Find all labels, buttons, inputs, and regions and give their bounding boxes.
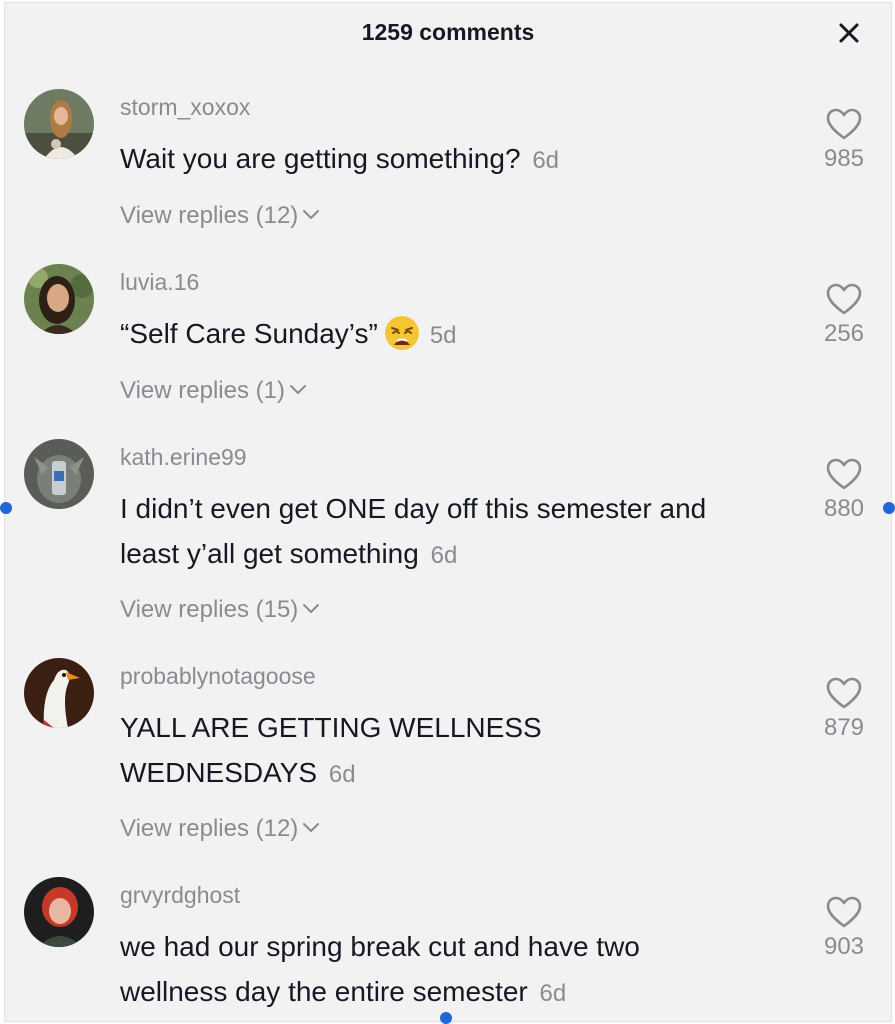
view-replies-button[interactable]: View replies (12) — [120, 202, 320, 230]
comment-time: 6d — [539, 980, 567, 1007]
comments-panel: 1259 comments storm_xoxox Wait you are g… — [4, 2, 892, 1022]
avatar[interactable] — [24, 439, 94, 509]
heart-icon[interactable] — [825, 107, 863, 141]
heart-icon[interactable] — [825, 676, 863, 710]
comment-username[interactable]: luvia.16 — [120, 269, 199, 296]
like-count: 880 — [823, 495, 865, 522]
like-count: 903 — [823, 933, 865, 960]
weary-face-emoji-icon — [384, 315, 419, 350]
close-button[interactable] — [837, 21, 861, 45]
heart-icon[interactable] — [825, 282, 863, 316]
view-replies-label: View replies (12) — [120, 202, 299, 229]
comment-count-title: 1259 comments — [361, 19, 535, 45]
comment-body: Wait you are getting something? — [120, 143, 521, 174]
chevron-down-icon — [303, 210, 320, 220]
selection-handle-bottom[interactable] — [440, 1012, 452, 1024]
view-replies-button[interactable]: View replies (12) — [120, 815, 320, 843]
comment-time: 6d — [328, 761, 356, 788]
chevron-down-icon — [303, 604, 320, 614]
comment-username[interactable]: probablynotagoose — [120, 663, 316, 690]
like-group: 903 — [817, 895, 871, 961]
comment-time: 6d — [532, 147, 560, 174]
view-replies-label: View replies (15) — [120, 596, 299, 623]
chevron-down-icon — [289, 385, 306, 395]
comment-text: I didn’t even get ONE day off this semes… — [120, 486, 750, 578]
selection-handle-left[interactable] — [0, 502, 12, 514]
avatar[interactable] — [24, 89, 94, 159]
like-group: 256 — [817, 282, 871, 348]
avatar[interactable] — [24, 658, 94, 728]
heart-icon[interactable] — [825, 457, 863, 491]
avatar[interactable] — [24, 877, 94, 947]
comment-time: 5d — [429, 322, 457, 349]
like-group: 880 — [817, 457, 871, 523]
view-replies-label: View replies (1) — [120, 377, 285, 404]
comment-time: 6d — [430, 542, 458, 569]
comment-text: Wait you are getting something? 6d — [120, 136, 750, 183]
like-count: 256 — [823, 320, 865, 347]
comment-username[interactable]: kath.erine99 — [120, 444, 247, 471]
comment-text: YALL ARE GETTING WELLNESS WEDNESDAYS 6d — [120, 705, 640, 797]
like-count: 985 — [823, 145, 865, 172]
comment-text: we had our spring break cut and have two… — [120, 924, 750, 1016]
close-icon — [839, 23, 859, 43]
chevron-down-icon — [303, 823, 320, 833]
view-replies-label: View replies (12) — [120, 815, 299, 842]
like-count: 879 — [823, 714, 865, 741]
avatar[interactable] — [24, 264, 94, 334]
heart-icon[interactable] — [825, 895, 863, 929]
comment-username[interactable]: grvyrdghost — [120, 882, 240, 909]
comment-body: I didn’t even get ONE day off this semes… — [120, 493, 707, 569]
comment-body: “Self Care Sunday’s” — [120, 318, 378, 349]
comment-text: “Self Care Sunday’s” 5d — [120, 311, 750, 358]
like-group: 985 — [817, 107, 871, 173]
selection-handle-right[interactable] — [883, 502, 895, 514]
view-replies-button[interactable]: View replies (1) — [120, 377, 307, 405]
view-replies-button[interactable]: View replies (15) — [120, 596, 320, 624]
comment-username[interactable]: storm_xoxox — [120, 94, 250, 121]
comments-header: 1259 comments — [5, 3, 891, 61]
like-group: 879 — [817, 676, 871, 742]
